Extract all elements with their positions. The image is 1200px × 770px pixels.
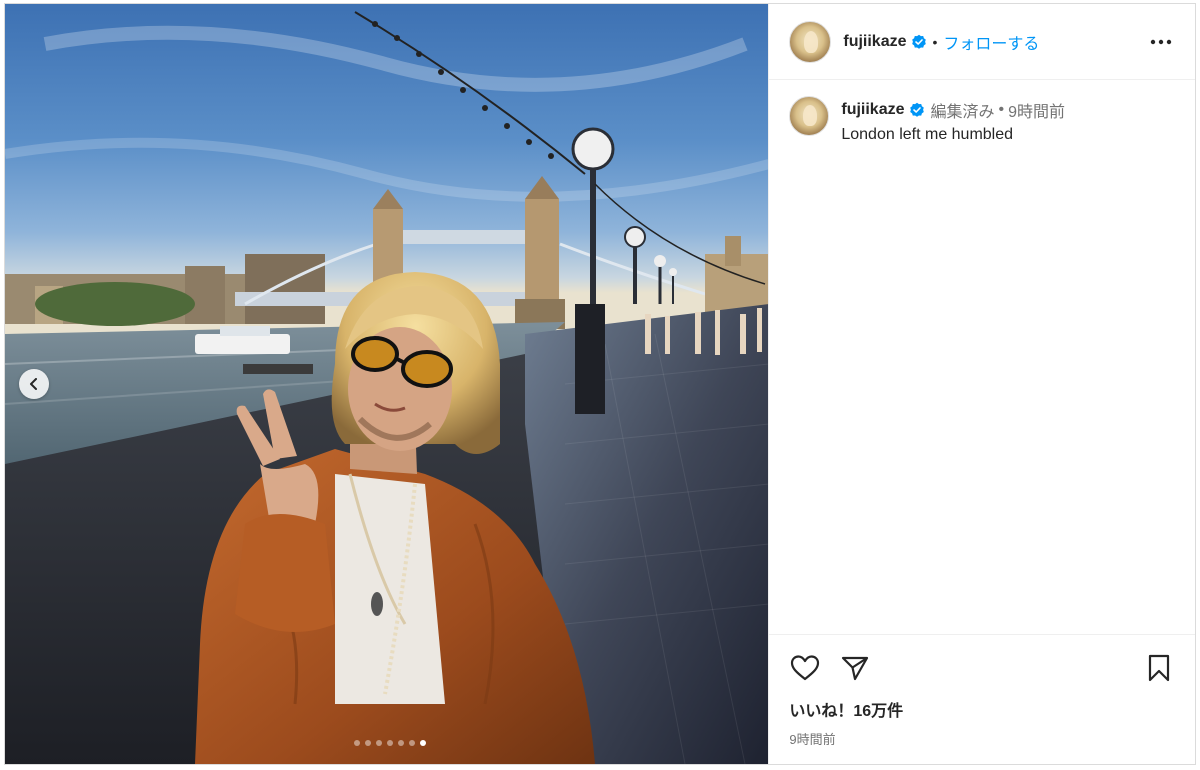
carousel-dot [386,740,393,746]
instagram-post: fujiikaze • フォローする fujiikaze 編集済み • 9時間前… [4,3,1196,765]
caption-text: London left me humbled [841,126,1014,143]
action-bar [789,651,1175,685]
edited-label: 編集済み [930,104,995,121]
post-photo[interactable] [5,4,769,764]
bookmark-icon [1148,654,1170,682]
carousel-dot [364,740,371,746]
share-icon [842,656,869,681]
caption-username[interactable]: fujiikaze [841,101,904,119]
separator: • [998,101,1005,118]
carousel-indicator [5,740,768,746]
caption-time[interactable]: 9時間前 [1008,98,1065,122]
avatar[interactable] [789,20,832,63]
separator: • [932,33,938,50]
share-button[interactable] [839,652,871,684]
carousel-prev-button[interactable] [19,369,49,399]
more-options-icon [1150,39,1172,44]
like-button[interactable] [789,652,821,684]
caption-area: fujiikaze 編集済み • 9時間前 London left me hum… [769,80,1195,634]
post-side-panel: fujiikaze • フォローする fujiikaze 編集済み • 9時間前… [768,4,1195,764]
username[interactable]: fujiikaze [843,33,906,51]
header-user: fujiikaze • フォローする [843,30,1147,54]
post-header: fujiikaze • フォローする [769,4,1195,80]
likes-count[interactable]: いいね！16万件 [789,697,1175,721]
photo-scene [5,11,769,764]
carousel-dot [375,740,382,746]
post-timestamp[interactable]: 9時間前 [789,729,1175,748]
caption: fujiikaze 編集済み • 9時間前 London left me hum… [789,96,1175,144]
carousel-dot-active [419,740,426,746]
caption-avatar[interactable] [789,96,830,136]
carousel-dot [408,740,415,746]
save-button[interactable] [1143,652,1175,684]
chevron-left-icon [30,378,37,390]
caption-meta: fujiikaze 編集済み • 9時間前 [841,98,1065,122]
verified-badge-icon [909,102,925,118]
verified-badge-icon [911,34,927,50]
follow-button[interactable]: フォローする [943,30,1039,54]
carousel-dot [353,740,360,746]
caption-body: fujiikaze 編集済み • 9時間前 London left me hum… [841,96,1065,144]
heart-icon [791,655,820,681]
actions-area: いいね！16万件 9時間前 [769,634,1195,764]
more-options-button[interactable] [1147,28,1175,56]
carousel-dot [397,740,404,746]
